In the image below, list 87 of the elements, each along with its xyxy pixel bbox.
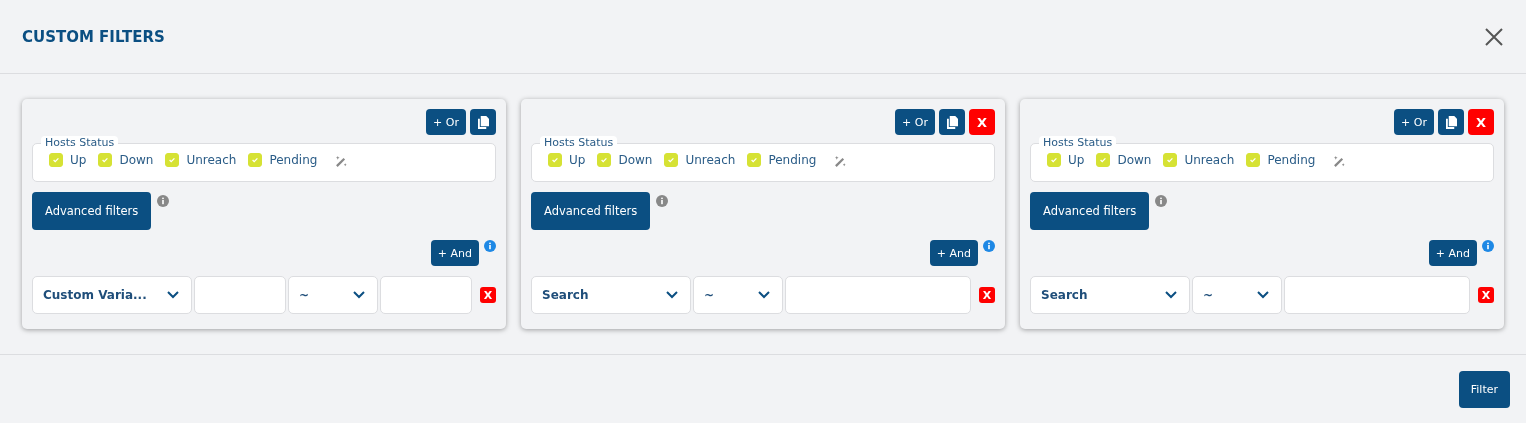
status-legend: Hosts Status <box>540 136 618 149</box>
info-icon[interactable] <box>1155 195 1168 207</box>
check-icon <box>600 155 609 164</box>
dropdown[interactable]: ~ <box>693 276 783 314</box>
info-icon[interactable] <box>656 195 669 207</box>
remove-row-button[interactable]: X <box>480 287 496 303</box>
checkbox[interactable] <box>98 152 113 167</box>
check-icon <box>1099 155 1108 164</box>
checkbox[interactable] <box>49 152 63 167</box>
magic-wand-icon[interactable] <box>834 155 848 168</box>
close-icon[interactable] <box>1484 26 1504 47</box>
advanced-filters-button[interactable]: Advanced filters <box>32 192 152 230</box>
chevron-down-icon <box>1257 291 1269 299</box>
remove-card-button[interactable]: X <box>969 109 995 135</box>
check-icon <box>168 155 177 164</box>
checkbox-label: Up <box>1068 152 1085 167</box>
filter-button[interactable]: Filter <box>1458 370 1510 408</box>
copy-icon <box>946 115 958 129</box>
and-button[interactable]: + And <box>929 240 978 266</box>
dialog-title: CUSTOM FILTERS <box>22 27 165 46</box>
chevron-down-icon <box>353 291 365 299</box>
and-button[interactable]: + And <box>1428 240 1477 266</box>
info-icon[interactable] <box>484 240 496 252</box>
magic-wand-icon[interactable] <box>335 155 349 168</box>
checkbox[interactable] <box>1096 152 1111 167</box>
checkbox-label: Unreach <box>1184 152 1235 167</box>
remove-row-button[interactable]: X <box>979 287 995 303</box>
check-icon <box>1050 155 1058 164</box>
checkbox[interactable] <box>1047 152 1061 167</box>
input-field[interactable] <box>785 276 971 314</box>
or-button[interactable]: + Or <box>895 109 935 135</box>
input-field[interactable] <box>194 276 286 314</box>
checkbox[interactable] <box>548 152 562 167</box>
checkbox[interactable] <box>1163 152 1178 167</box>
magic-wand-icon[interactable] <box>1333 155 1347 168</box>
checkbox[interactable] <box>1246 152 1261 167</box>
check-icon <box>1249 155 1258 164</box>
checkbox[interactable] <box>597 152 612 167</box>
input-field[interactable] <box>380 276 472 314</box>
check-icon <box>750 155 759 164</box>
copy-icon <box>1445 115 1457 129</box>
dropdown[interactable]: Search <box>1030 276 1190 314</box>
checkbox-label: Pending <box>1267 152 1316 167</box>
chevron-down-icon <box>167 291 179 299</box>
chevron-down-icon <box>758 291 770 299</box>
check-icon <box>52 155 60 164</box>
checkbox-label: Down <box>1117 152 1152 167</box>
copy-button[interactable] <box>470 109 496 135</box>
dropdown[interactable]: Custom Varia... <box>32 276 192 314</box>
copy-button[interactable] <box>939 109 965 135</box>
checkbox-label: Down <box>119 152 154 167</box>
dropdown[interactable]: ~ <box>1192 276 1282 314</box>
check-icon <box>551 155 559 164</box>
check-icon <box>101 155 110 164</box>
checkbox-label: Unreach <box>685 152 736 167</box>
info-icon[interactable] <box>1482 240 1494 252</box>
advanced-filters-button[interactable]: Advanced filters <box>531 192 651 230</box>
checkbox-label: Up <box>70 152 87 167</box>
copy-icon <box>477 115 489 129</box>
info-icon[interactable] <box>983 240 995 252</box>
checkbox-label: Unreach <box>186 152 237 167</box>
copy-button[interactable] <box>1438 109 1464 135</box>
checkbox[interactable] <box>248 152 263 167</box>
dropdown[interactable]: ~ <box>288 276 378 314</box>
and-button[interactable]: + And <box>430 240 479 266</box>
status-legend: Hosts Status <box>1039 136 1117 149</box>
checkbox[interactable] <box>664 152 679 167</box>
checkbox-label: Pending <box>768 152 817 167</box>
remove-card-button[interactable]: X <box>1468 109 1494 135</box>
or-button[interactable]: + Or <box>1394 109 1434 135</box>
checkbox[interactable] <box>747 152 762 167</box>
or-button[interactable]: + Or <box>426 109 466 135</box>
status-legend: Hosts Status <box>41 136 119 149</box>
chevron-down-icon <box>666 291 678 299</box>
dropdown[interactable]: Search <box>531 276 691 314</box>
checkbox[interactable] <box>165 152 180 167</box>
check-icon <box>251 155 260 164</box>
advanced-filters-button[interactable]: Advanced filters <box>1030 192 1150 230</box>
check-icon <box>1166 155 1175 164</box>
checkbox-label: Up <box>569 152 586 167</box>
checkbox-label: Pending <box>269 152 318 167</box>
input-field[interactable] <box>1284 276 1470 314</box>
remove-row-button[interactable]: X <box>1478 287 1494 303</box>
chevron-down-icon <box>1165 291 1177 299</box>
check-icon <box>667 155 676 164</box>
checkbox-label: Down <box>618 152 653 167</box>
info-icon[interactable] <box>157 195 170 207</box>
